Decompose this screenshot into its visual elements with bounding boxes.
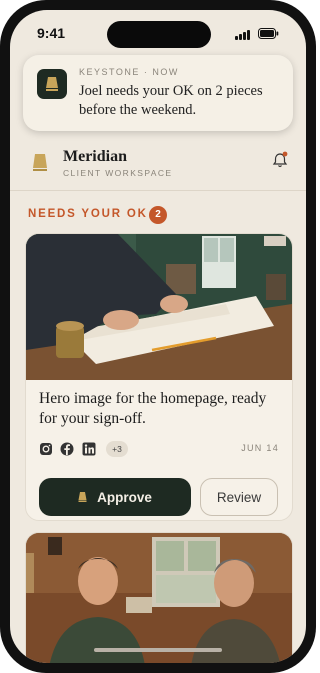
review-button[interactable]: Review [200, 478, 278, 516]
approve-label: Approve [97, 489, 152, 505]
notification-app: KEYSTONE [79, 67, 140, 77]
approve-button[interactable]: Approve [39, 478, 191, 516]
battery-icon [258, 28, 279, 39]
team-photo [26, 533, 292, 663]
header-divider [10, 190, 306, 191]
notification-message: Joel needs your OK on 2 pieces before th… [79, 83, 263, 118]
bell-icon[interactable] [272, 151, 288, 169]
brand-subtitle: CLIENT WORKSPACE [63, 168, 173, 178]
app-screen: 9:41 KEYSTONE · NOW Joel needs your OK o… [10, 10, 306, 663]
approval-card-2[interactable] [25, 532, 293, 663]
status-time: 9:41 [37, 25, 66, 41]
card-date: JUN 14 [241, 443, 279, 453]
notification-dot [282, 151, 288, 157]
phone-frame: 9:41 KEYSTONE · NOW Joel needs your OK o… [0, 0, 316, 673]
dynamic-island [107, 21, 211, 48]
facebook-icon [60, 442, 74, 456]
instagram-icon [40, 443, 52, 455]
more-channels-chip[interactable]: +3 [106, 441, 128, 457]
count-badge: 2 [149, 206, 167, 224]
signal-icon [235, 29, 252, 40]
card-caption: Hero image for the homepage, ready for y… [39, 390, 267, 427]
app-icon [37, 69, 67, 99]
lamp-icon [78, 492, 87, 502]
home-indicator [94, 648, 222, 652]
linkedin-icon [82, 442, 96, 456]
notification-meta: KEYSTONE · NOW [79, 67, 179, 77]
notification-banner[interactable]: KEYSTONE · NOW Joel needs your OK on 2 pie… [23, 55, 293, 131]
notification-time: NOW [152, 67, 179, 77]
brand-name: Meridian [63, 148, 127, 165]
hero-photo [26, 234, 292, 380]
lamp-icon [46, 77, 58, 91]
brand-lamp-icon [33, 154, 47, 171]
meta-separator: · [143, 67, 149, 77]
review-label: Review [216, 489, 262, 505]
section-title: NEEDS YOUR OK [28, 208, 148, 220]
approval-card: Hero image for the homepage, ready for y… [25, 233, 293, 521]
